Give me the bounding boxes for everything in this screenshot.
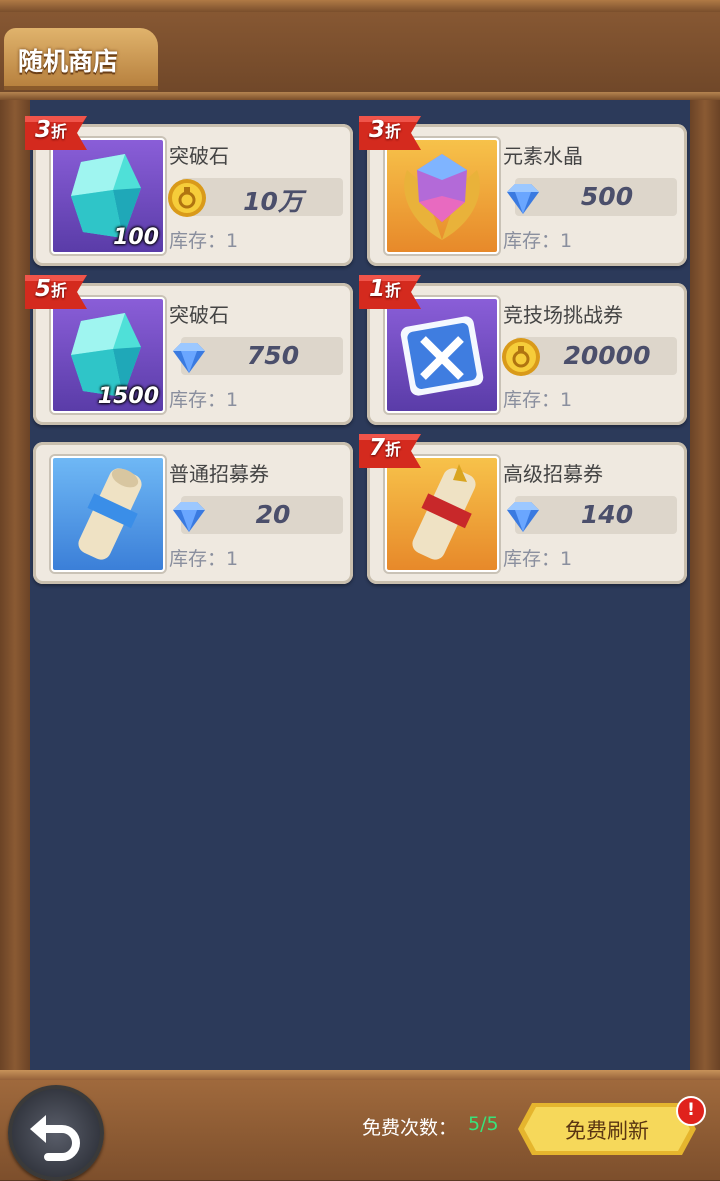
item-price: 750: [246, 341, 300, 370]
discount-suffix: 折: [385, 122, 402, 141]
item-name: 高级招募券: [503, 462, 603, 486]
item-stock: 库存：1: [169, 389, 239, 411]
discount-suffix: 折: [51, 122, 68, 141]
shop-item-card[interactable]: 100 突破石 10万 库存：1 3折: [25, 116, 353, 266]
item-price: 10万: [243, 187, 303, 216]
item-price: 20000: [563, 341, 651, 370]
diamond-icon: [173, 343, 205, 373]
discount-suffix: 折: [51, 281, 68, 300]
diamond-icon: [173, 502, 205, 532]
item-price: 140: [580, 500, 634, 529]
item-name: 普通招募券: [169, 462, 269, 486]
free-refresh-count: 5/5: [468, 1113, 499, 1135]
discount-badge: 5折: [25, 275, 87, 309]
item-stock: 库存：1: [503, 548, 573, 570]
discount-value: 3: [369, 117, 386, 143]
free-refresh-button[interactable]: 免费刷新: [518, 1103, 696, 1155]
free-refresh-label: 免费次数：: [362, 1117, 458, 1139]
discount-badge: 3折: [359, 116, 421, 150]
item-name: 竞技场挑战券: [503, 303, 623, 327]
item-quantity: 100: [113, 225, 159, 250]
item-price: 20: [255, 500, 291, 529]
advanced-recruit-scroll-icon: [385, 456, 499, 572]
element-crystal-icon: [385, 138, 499, 254]
item-quantity: 1500: [97, 384, 159, 409]
discount-badge: 1折: [359, 275, 421, 309]
gold-coin-icon: [168, 179, 206, 217]
discount-suffix: 折: [385, 281, 402, 300]
discount-value: 5: [35, 276, 52, 302]
right-frame: [690, 100, 720, 1070]
discount-suffix: 折: [385, 440, 402, 459]
item-name: 突破石: [169, 303, 229, 327]
normal-recruit-scroll-icon: [51, 456, 165, 572]
item-stock: 库存：1: [169, 548, 239, 570]
discount-badge: 3折: [25, 116, 87, 150]
shop-title-tab: 随机商店: [4, 28, 158, 90]
diamond-icon: [507, 502, 539, 532]
left-frame: [0, 100, 30, 1070]
shop-item-card[interactable]: 1500 突破石 750 库存：1 5折: [25, 275, 353, 425]
item-name: 突破石: [169, 144, 229, 168]
discount-badge: 7折: [359, 434, 421, 468]
item-stock: 库存：1: [503, 230, 573, 252]
shop-item-card[interactable]: 竞技场挑战券 20000 库存：1 1折: [359, 275, 687, 425]
shop-item-card[interactable]: 高级招募券 140 库存：1 7折: [359, 434, 687, 584]
item-name: 元素水晶: [503, 144, 583, 168]
shop-item-card[interactable]: 元素水晶 500 库存：1 3折: [359, 116, 687, 266]
discount-value: 1: [369, 276, 386, 302]
shop-item-card[interactable]: 普通招募券 20 库存：1: [33, 442, 353, 584]
back-button[interactable]: [8, 1085, 104, 1181]
diamond-icon: [507, 184, 539, 214]
discount-value: 3: [35, 117, 52, 143]
free-refresh-label-text: 免费刷新: [565, 1119, 649, 1143]
arena-ticket-icon: [385, 297, 499, 413]
alert-icon: !: [676, 1096, 706, 1126]
breakthrough-stone-icon: 1500: [51, 297, 165, 413]
gold-coin-icon: [502, 338, 540, 376]
breakthrough-stone-icon: 100: [51, 138, 165, 254]
item-stock: 库存：1: [169, 230, 239, 252]
shop-title: 随机商店: [18, 47, 119, 76]
item-price: 500: [580, 182, 634, 211]
item-stock: 库存：1: [503, 389, 573, 411]
discount-value: 7: [369, 435, 386, 461]
back-arrow-icon: [30, 1115, 80, 1161]
